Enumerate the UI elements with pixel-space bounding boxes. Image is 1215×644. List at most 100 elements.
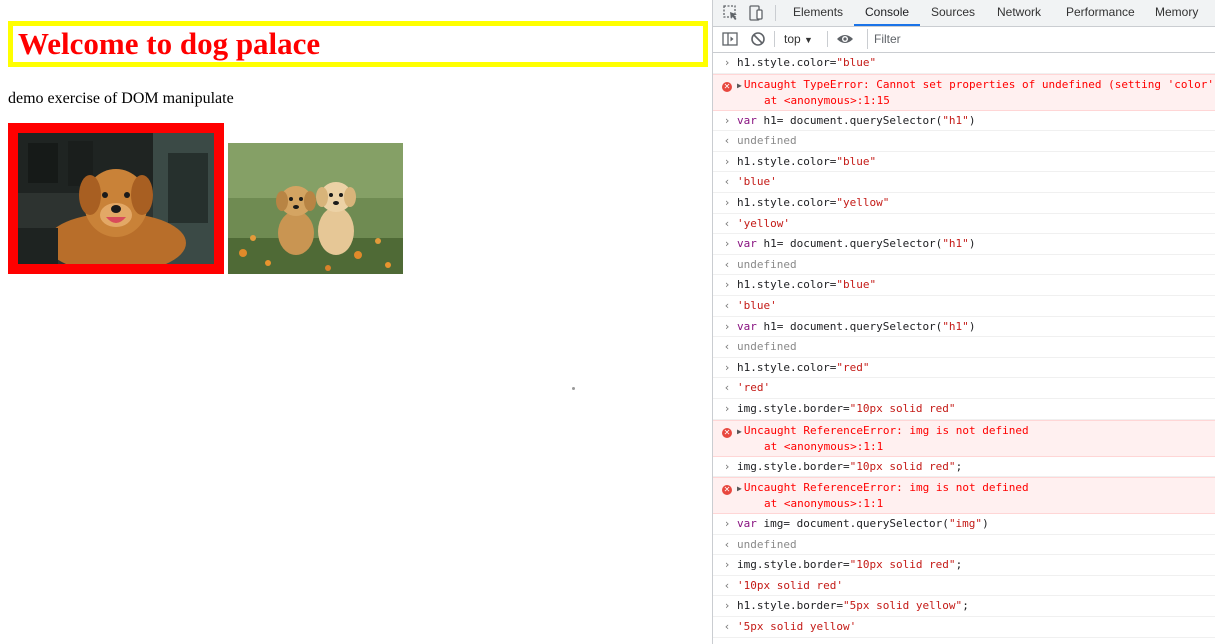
tab-memory[interactable]: Memory xyxy=(1144,0,1209,26)
result-value: 'red' xyxy=(737,381,771,395)
console-result: ‹ undefined xyxy=(713,535,1215,556)
result-value: 'blue' xyxy=(737,298,777,312)
console-toolbar: top ▼ xyxy=(713,27,1215,53)
console-command: › h1.style.color="blue" xyxy=(713,53,1215,74)
error-stack-location[interactable]: at <anonymous>:1:1 xyxy=(737,439,1215,454)
error-prefix: ✕ xyxy=(721,424,733,439)
console-result: ‹ undefined xyxy=(713,337,1215,358)
stray-dot xyxy=(572,387,575,390)
console-result: ‹ '10px solid red' xyxy=(713,576,1215,597)
chevron-right-icon: › xyxy=(723,113,731,127)
console-result: ‹ undefined xyxy=(713,131,1215,152)
result-value: undefined xyxy=(737,257,797,271)
inspect-element-icon[interactable] xyxy=(722,4,740,22)
tab-performance[interactable]: Performance xyxy=(1055,0,1146,26)
page-heading: Welcome to dog palace xyxy=(8,21,708,67)
result-arrow-icon: ‹ xyxy=(723,578,731,592)
console-error: ✕ ▶ Uncaught TypeError: Cannot set propert… xyxy=(713,73,1215,111)
console-command: › h1.style.color="yellow" xyxy=(713,193,1215,214)
error-message: Uncaught TypeError: Cannot set propertie… xyxy=(743,77,1215,91)
result-value: '5px solid yellow' xyxy=(737,620,857,634)
golden-retriever-photo xyxy=(18,133,214,264)
chevron-right-icon: › xyxy=(723,459,731,473)
console-result: ‹ 'blue' xyxy=(713,172,1215,193)
console-filter-input[interactable] xyxy=(867,29,1212,49)
result-arrow-icon: ‹ xyxy=(723,340,731,354)
console-log: › h1.style.color="blue" ✕ ▶ Uncaught TypeErr… xyxy=(713,53,1215,644)
console-command: › var h1= document.querySelector("h1") xyxy=(713,111,1215,132)
error-icon: ✕ xyxy=(722,427,732,438)
chevron-right-icon: › xyxy=(723,319,731,333)
puppies-photo xyxy=(228,143,403,274)
result-arrow-icon: ‹ xyxy=(723,298,731,312)
result-value: '10px solid red' xyxy=(737,578,843,592)
console-result: ‹ 'yellow' xyxy=(713,214,1215,235)
result-arrow-icon: ‹ xyxy=(723,381,731,395)
result-arrow-icon: ‹ xyxy=(723,537,731,551)
result-value: 'yellow' xyxy=(737,216,790,230)
result-value: undefined xyxy=(737,537,797,551)
devtools-panel: Elements Console Sources Network Performance… xyxy=(712,0,1215,644)
error-message: Uncaught ReferenceError: img is not defi… xyxy=(743,481,1029,495)
chevron-right-icon: › xyxy=(723,599,731,613)
expand-triangle-icon[interactable]: ▶ xyxy=(737,484,742,493)
error-stack-location[interactable]: at <anonymous>:1:15 xyxy=(737,93,1215,108)
expand-triangle-icon[interactable]: ▶ xyxy=(737,427,742,436)
console-command: › h1.style.border="5px solid yellow"; xyxy=(713,596,1215,618)
toolbar-divider xyxy=(827,31,828,47)
chevron-right-icon: › xyxy=(723,401,731,415)
show-sidebar-icon[interactable] xyxy=(721,30,739,48)
result-value: undefined xyxy=(737,134,797,148)
result-arrow-icon: ‹ xyxy=(723,175,731,189)
toolbar-divider xyxy=(774,31,775,47)
error-message: Uncaught ReferenceError: img is not defi… xyxy=(743,423,1029,437)
chevron-right-icon: › xyxy=(723,154,731,168)
result-arrow-icon: ‹ xyxy=(723,620,731,634)
chevron-right-icon: › xyxy=(723,195,731,209)
result-value: undefined xyxy=(737,340,797,354)
tab-sources[interactable]: Sources xyxy=(920,0,986,26)
expand-triangle-icon[interactable]: ▶ xyxy=(737,81,742,90)
chevron-down-icon: ▼ xyxy=(804,35,813,45)
live-expression-eye-icon[interactable] xyxy=(836,30,854,48)
error-prefix: ✕ xyxy=(721,481,733,496)
chevron-right-icon: › xyxy=(723,517,731,531)
result-value: 'blue' xyxy=(737,175,777,189)
error-prefix: ✕ xyxy=(721,78,733,93)
toolbar-divider xyxy=(775,5,776,21)
puppies-image xyxy=(228,143,403,274)
context-label: top xyxy=(784,32,801,46)
console-result: ‹ 'red' xyxy=(713,378,1215,399)
console-error: ✕ ▶ Uncaught ReferenceError: img is not de… xyxy=(713,477,1215,515)
tab-console[interactable]: Console xyxy=(854,0,921,26)
chevron-right-icon: › xyxy=(723,237,731,251)
error-icon: ✕ xyxy=(722,485,732,496)
console-command: › h1.style.color="blue" xyxy=(713,275,1215,296)
chevron-right-icon: › xyxy=(723,360,731,374)
error-icon: ✕ xyxy=(722,81,732,92)
result-arrow-icon: ‹ xyxy=(723,257,731,271)
console-result: ‹ '5px solid yellow' xyxy=(713,617,1215,638)
console-command: › var h1= document.querySelector("h1") xyxy=(713,234,1215,255)
web-page: Welcome to dog palace demo exercise of D… xyxy=(0,0,712,644)
chevron-right-icon: › xyxy=(723,558,731,572)
golden-retriever-image xyxy=(8,123,224,274)
devtools-tab-bar: Elements Console Sources Network Performance… xyxy=(713,0,1215,27)
console-result: ‹ undefined xyxy=(713,255,1215,276)
device-toolbar-icon[interactable] xyxy=(747,4,765,22)
context-selector[interactable]: top ▼ xyxy=(784,32,813,46)
clear-console-icon[interactable] xyxy=(749,30,767,48)
console-result: ‹ 'blue' xyxy=(713,296,1215,317)
tab-elements[interactable]: Elements xyxy=(782,0,854,26)
console-command: › var h1= document.querySelector("h1") xyxy=(713,317,1215,338)
console-command: › h1.style.color="blue" xyxy=(713,152,1215,173)
console-command: › var img= document.querySelector("img") xyxy=(713,514,1215,535)
console-command: › h1.style.color="red" xyxy=(713,358,1215,379)
console-command: › img.style.border="10px solid red"; xyxy=(713,555,1215,576)
chevron-right-icon: › xyxy=(723,278,731,292)
prompt-chevron-icon: › xyxy=(721,638,733,644)
console-error: ✕ ▶ Uncaught ReferenceError: img is not de… xyxy=(713,419,1215,457)
tab-network[interactable]: Network xyxy=(986,0,1052,26)
error-stack-location[interactable]: at <anonymous>:1:1 xyxy=(737,496,1215,511)
chevron-right-icon: › xyxy=(723,56,731,69)
